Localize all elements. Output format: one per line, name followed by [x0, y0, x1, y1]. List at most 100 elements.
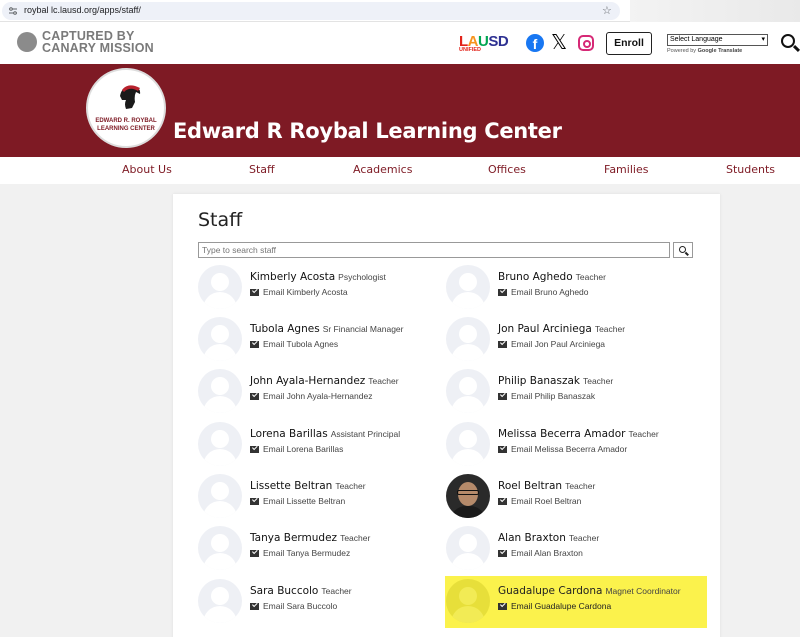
staff-email-link[interactable]: Email Tanya Bermudez — [250, 548, 350, 558]
nav-offices[interactable]: Offices — [488, 163, 526, 176]
staff-row: Lissette Beltran Teacher Email Lissette B… — [197, 471, 717, 523]
enroll-button[interactable]: Enroll — [606, 32, 652, 55]
staff-name[interactable]: Melissa Becerra Amador Teacher — [498, 428, 659, 440]
nav-academics[interactable]: Academics — [353, 163, 412, 176]
school-seal-logo[interactable]: EDWARD R. ROYBAL LEARNING CENTER — [86, 68, 166, 148]
staff-row: Tanya Bermudez Teacher Email Tanya Bermud… — [197, 523, 717, 575]
staff-role: Teacher — [582, 376, 614, 386]
staff-name[interactable]: Tubola Agnes Sr Financial Manager — [250, 323, 403, 335]
envelope-icon — [250, 289, 259, 296]
avatar-placeholder-icon — [198, 526, 242, 570]
avatar-placeholder-icon — [198, 317, 242, 361]
staff-card: Bruno Aghedo Teacher Email Bruno Aghedo — [445, 262, 707, 314]
x-twitter-icon[interactable]: 𝕏 — [551, 32, 567, 52]
avatar-placeholder-icon — [446, 579, 490, 623]
staff-card: Philip Banaszak Teacher Email Philip Bana… — [445, 366, 707, 418]
staff-card: Lorena Barillas Assistant Principal Email… — [197, 419, 459, 471]
envelope-icon — [498, 289, 507, 296]
address-bar[interactable]: roybal lc.lausd.org/apps/staff/ ☆ — [2, 2, 620, 20]
bookmark-star-icon[interactable]: ☆ — [602, 4, 612, 17]
staff-name[interactable]: Kimberly Acosta Psychologist — [250, 271, 386, 283]
envelope-icon — [498, 498, 507, 505]
staff-role: Teacher — [368, 376, 399, 386]
staff-role: Teacher — [340, 533, 371, 543]
staff-email-link[interactable]: Email Roel Beltran — [498, 496, 581, 506]
watermark-text-2: CANARY MISSION — [42, 41, 154, 55]
staff-role: Sr Financial Manager — [322, 324, 404, 334]
staff-email-link[interactable]: Email Jon Paul Arciniega — [498, 339, 605, 349]
staff-directory-card: Staff Kimberly AcostaPsychologist Email … — [173, 194, 720, 637]
staff-email-link[interactable]: Email Lissette Beltran — [250, 496, 345, 506]
language-select[interactable]: Select Language — [667, 34, 768, 46]
staff-role: Teacher — [568, 533, 600, 543]
browser-bar: roybal lc.lausd.org/apps/staff/ ☆ — [0, 0, 800, 22]
staff-name[interactable]: Lissette Beltran Teacher — [250, 480, 366, 492]
staff-role: Teacher — [335, 481, 366, 491]
staff-email-link[interactable]: Email Melissa Becerra Amador — [498, 444, 627, 454]
nav-students[interactable]: Students — [726, 163, 775, 176]
staff-search-button[interactable] — [673, 242, 693, 258]
envelope-icon — [250, 498, 259, 505]
search-icon — [679, 246, 686, 253]
facebook-icon[interactable]: f — [526, 34, 544, 52]
staff-row: Kimberly Acosta Psychologist Email Kimber… — [197, 262, 717, 314]
staff-card: Kimberly Acosta Psychologist Email Kimber… — [197, 262, 459, 314]
staff-card: Tanya Bermudez Teacher Email Tanya Bermud… — [197, 523, 459, 575]
staff-name[interactable]: Lorena Barillas Assistant Principal — [250, 428, 400, 440]
staff-card: Lissette Beltran Teacher Email Lissette B… — [197, 471, 459, 523]
instagram-icon[interactable] — [578, 35, 594, 51]
nav-families[interactable]: Families — [604, 163, 648, 176]
staff-row: Tubola Agnes Sr Financial Manager Email T… — [197, 314, 717, 366]
staff-name[interactable]: Alan Braxton Teacher — [498, 532, 599, 544]
staff-name[interactable]: Tanya Bermudez Teacher — [250, 532, 370, 544]
staff-email-link[interactable]: Email Alan Braxton — [498, 548, 583, 558]
staff-email-link[interactable]: Email Kimberly Acosta — [250, 287, 348, 297]
staff-name[interactable]: Roel Beltran Teacher — [498, 480, 595, 492]
avatar-placeholder-icon — [198, 579, 242, 623]
envelope-icon — [498, 550, 507, 557]
avatar-placeholder-icon — [198, 369, 242, 413]
staff-email-link[interactable]: Email Lorena Barillas — [250, 444, 343, 454]
envelope-icon — [498, 393, 507, 400]
site-info-icon[interactable] — [8, 6, 18, 16]
staff-role: Teacher — [628, 429, 659, 439]
url-text: roybal lc.lausd.org/apps/staff/ — [24, 5, 141, 15]
nav-about-us[interactable]: About Us — [122, 163, 172, 176]
staff-email-link[interactable]: Email Philip Banaszak — [498, 391, 595, 401]
avatar-placeholder-icon — [446, 369, 490, 413]
staff-name[interactable]: Guadalupe Cardona Magnet Coordinator — [498, 585, 681, 597]
staff-name[interactable]: Philip Banaszak Teacher — [498, 375, 613, 387]
staff-role: Teacher — [321, 586, 352, 596]
staff-email-link[interactable]: Email Bruno Aghedo — [498, 287, 589, 297]
staff-name[interactable]: John Ayala-Hernandez Teacher — [250, 375, 399, 387]
staff-name[interactable]: Sara Buccolo Teacher — [250, 585, 352, 597]
avatar-placeholder-icon — [198, 422, 242, 466]
avatar-placeholder-icon — [446, 317, 490, 361]
staff-role: Teacher — [565, 481, 596, 491]
trojan-helmet-icon — [120, 85, 141, 109]
staff-email-link[interactable]: Email Guadalupe Cardona — [498, 601, 611, 611]
avatar-placeholder-icon — [198, 474, 242, 518]
envelope-icon — [250, 341, 259, 348]
staff-card: Melissa Becerra Amador Teacher Email Meli… — [445, 419, 707, 471]
staff-row: John Ayala-Hernandez Teacher Email John A… — [197, 366, 717, 418]
nav-staff[interactable]: Staff — [249, 163, 275, 176]
avatar-placeholder-icon — [446, 422, 490, 466]
staff-email-link[interactable]: Email John Ayala-Hernandez — [250, 391, 372, 401]
staff-card: Jon Paul Arciniega Teacher Email Jon Paul… — [445, 314, 707, 366]
staff-name[interactable]: Bruno Aghedo Teacher — [498, 271, 606, 283]
avatar-placeholder-icon — [198, 265, 242, 309]
staff-name[interactable]: Jon Paul Arciniega Teacher — [498, 323, 625, 335]
staff-search-input[interactable] — [198, 242, 670, 258]
site-search-icon[interactable] — [781, 34, 795, 48]
staff-email-link[interactable]: Email Sara Buccolo — [250, 601, 337, 611]
staff-card-highlighted: Guadalupe Cardona Magnet Coordinator Emai… — [445, 576, 707, 628]
staff-card: Alan Braxton Teacher Email Alan Braxton — [445, 523, 707, 575]
envelope-icon — [498, 341, 507, 348]
staff-row: Lorena Barillas Assistant Principal Email… — [197, 419, 717, 471]
staff-email-link[interactable]: Email Tubola Agnes — [250, 339, 338, 349]
browser-toolbar-blurred — [630, 0, 800, 22]
envelope-icon — [250, 446, 259, 453]
envelope-icon — [250, 393, 259, 400]
avatar-placeholder-icon — [446, 526, 490, 570]
